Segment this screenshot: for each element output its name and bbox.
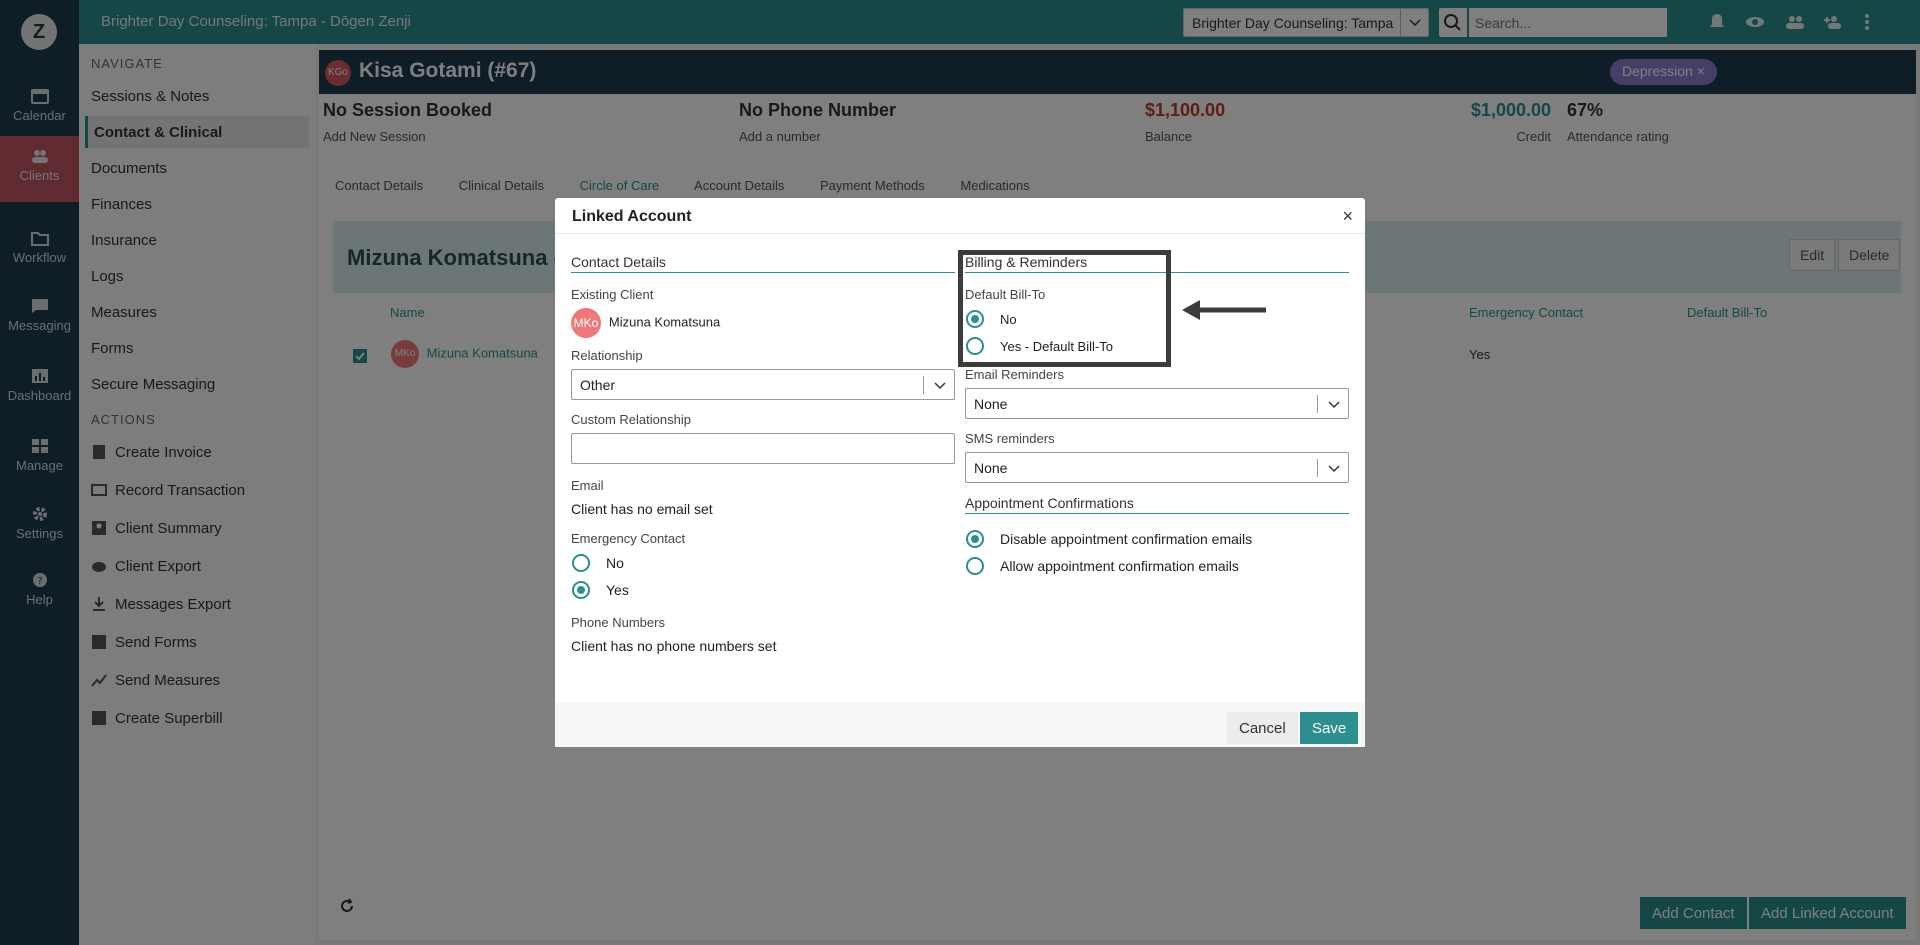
emergency-yes-option[interactable]: Yes bbox=[572, 581, 955, 599]
select-divider bbox=[1317, 395, 1318, 413]
phone-numbers-value: Client has no phone numbers set bbox=[571, 638, 777, 654]
existing-client: MKo Mizuna Komatsuna bbox=[571, 308, 955, 338]
emergency-yes-radio[interactable] bbox=[572, 581, 590, 599]
modal-header: Linked Account × bbox=[555, 198, 1365, 234]
existing-client-name: Mizuna Komatsuna bbox=[608, 314, 721, 330]
appt-disable-label: Disable appointment confirmation emails bbox=[1000, 531, 1253, 547]
appt-disable-radio[interactable] bbox=[966, 530, 984, 548]
chevron-down-icon bbox=[1328, 465, 1340, 473]
appointment-confirmations-heading: Appointment Confirmations bbox=[965, 495, 1349, 514]
email-label: Email bbox=[571, 478, 604, 493]
modal-footer: Cancel Save bbox=[555, 702, 1365, 747]
sms-reminders-label: SMS reminders bbox=[965, 431, 1055, 446]
close-icon[interactable]: × bbox=[1342, 206, 1353, 227]
cancel-button[interactable]: Cancel bbox=[1227, 712, 1298, 744]
existing-client-label: Existing Client bbox=[571, 287, 654, 302]
appt-allow-label: Allow appointment confirmation emails bbox=[1000, 558, 1239, 574]
email-value: Client has no email set bbox=[571, 501, 713, 517]
emergency-yes-label: Yes bbox=[606, 582, 629, 598]
sms-reminders-select[interactable]: None bbox=[965, 452, 1349, 483]
chevron-down-icon bbox=[1328, 401, 1340, 409]
custom-relationship-input[interactable] bbox=[571, 433, 955, 464]
email-reminders-select[interactable]: None bbox=[965, 388, 1349, 419]
select-divider bbox=[923, 376, 924, 394]
appt-allow-radio[interactable] bbox=[966, 557, 984, 575]
existing-client-avatar: MKo bbox=[571, 308, 601, 338]
arrow-left-icon bbox=[1182, 300, 1266, 320]
chevron-down-icon bbox=[934, 382, 946, 390]
emergency-contact-label: Emergency Contact bbox=[571, 531, 686, 546]
contact-details-heading: Contact Details bbox=[571, 254, 955, 273]
custom-relationship-label: Custom Relationship bbox=[571, 412, 691, 427]
relationship-label: Relationship bbox=[571, 348, 643, 363]
relationship-value: Other bbox=[580, 377, 616, 393]
emergency-no-label: No bbox=[606, 555, 624, 571]
emergency-no-radio[interactable] bbox=[572, 554, 590, 572]
save-button[interactable]: Save bbox=[1300, 712, 1359, 744]
phone-numbers-label: Phone Numbers bbox=[571, 615, 665, 630]
highlight-box bbox=[958, 250, 1171, 367]
relationship-select[interactable]: Other bbox=[571, 369, 955, 400]
modal-title: Linked Account bbox=[572, 208, 692, 225]
email-reminders-label: Email Reminders bbox=[965, 367, 1064, 382]
appt-disable-option[interactable]: Disable appointment confirmation emails bbox=[966, 530, 1349, 548]
appt-allow-option[interactable]: Allow appointment confirmation emails bbox=[966, 557, 1349, 575]
sms-reminders-value: None bbox=[974, 460, 1008, 476]
emergency-no-option[interactable]: No bbox=[572, 554, 955, 572]
select-divider bbox=[1317, 459, 1318, 477]
contact-details-column: Contact Details Existing Client MKo Mizu… bbox=[571, 254, 955, 654]
email-reminders-value: None bbox=[974, 396, 1008, 412]
